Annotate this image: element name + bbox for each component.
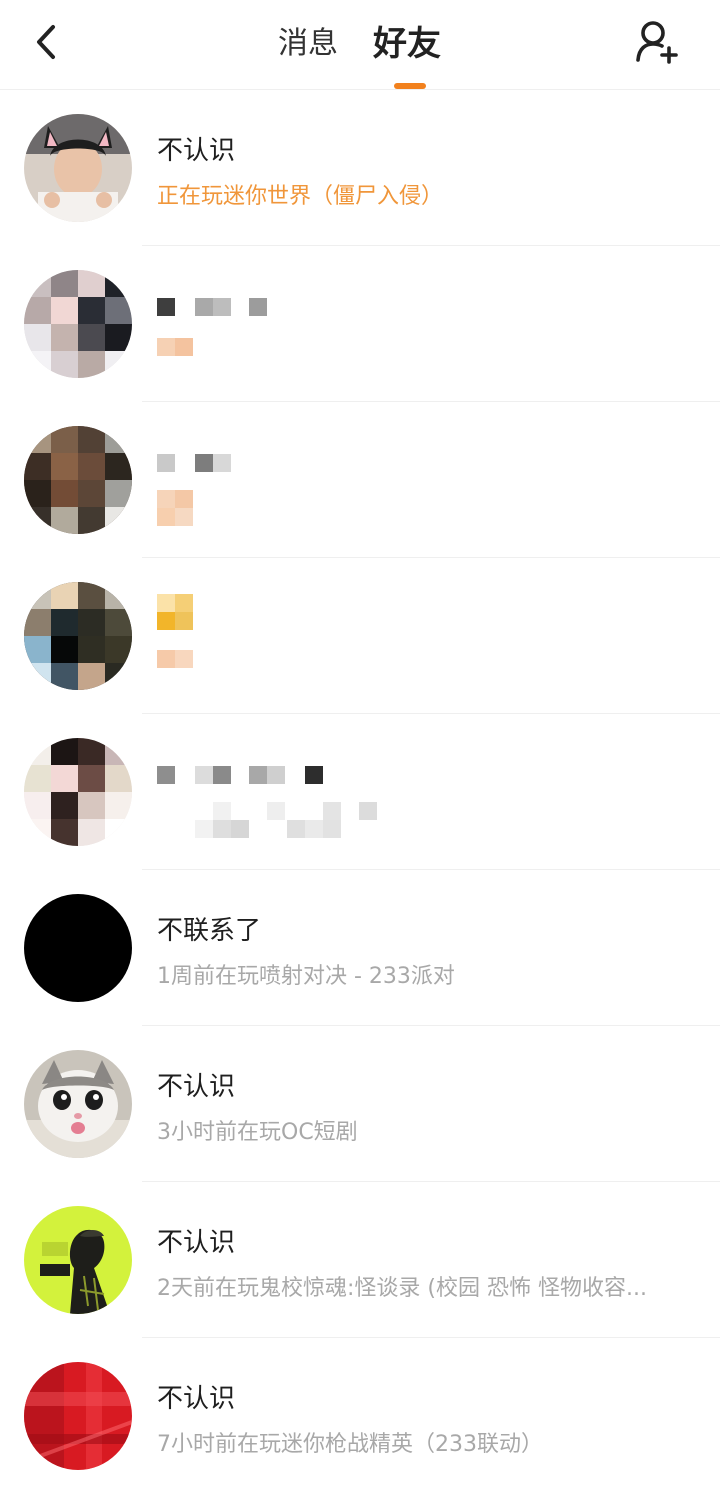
friend-status: 1周前在玩喷射对决 - 233派对: [157, 964, 455, 989]
friend-avatar[interactable]: [24, 426, 132, 534]
friend-name: 不认识: [157, 136, 236, 166]
friend-avatar[interactable]: [24, 582, 132, 690]
friend-row[interactable]: 不联系了 1周前在玩喷射对决 - 233派对: [0, 870, 720, 1026]
friend-name: 不认识: [157, 1072, 236, 1102]
friend-avatar[interactable]: [24, 738, 132, 846]
friend-avatar[interactable]: [24, 114, 132, 222]
friend-row[interactable]: [0, 246, 720, 402]
tab-messages[interactable]: 消息: [278, 22, 338, 66]
friend-status: 2天前在玩鬼校惊魂:怪谈录 (校园 恐怖 怪物收容...: [157, 1276, 647, 1301]
friend-row[interactable]: 不认识 7小时前在玩迷你枪战精英（233联动）: [0, 1338, 720, 1494]
friend-row[interactable]: 不认识 3小时前在玩OC短剧: [0, 1026, 720, 1182]
friend-row[interactable]: [0, 714, 720, 870]
friend-row[interactable]: [0, 402, 720, 558]
friend-avatar[interactable]: [24, 1206, 132, 1314]
friend-name: 不联系了: [157, 916, 262, 946]
friend-avatar[interactable]: [24, 1362, 132, 1470]
friend-row[interactable]: 不认识 正在玩迷你世界（僵尸入侵）: [0, 90, 720, 246]
top-bar: 消息 好友: [0, 0, 720, 90]
friend-avatar[interactable]: [24, 894, 132, 1002]
friend-status: 3小时前在玩OC短剧: [157, 1120, 358, 1145]
chevron-left-icon: [37, 25, 55, 59]
friend-row[interactable]: 不认识 2天前在玩鬼校惊魂:怪谈录 (校园 恐怖 怪物收容...: [0, 1182, 720, 1338]
tab-friends[interactable]: 好友: [373, 22, 441, 66]
friend-name: 不认识: [157, 1384, 236, 1414]
back-button[interactable]: [22, 20, 72, 64]
friend-avatar[interactable]: [24, 270, 132, 378]
friend-avatar[interactable]: [24, 1050, 132, 1158]
add-friend-icon: [636, 21, 678, 64]
friend-name: 不认识: [157, 1228, 236, 1258]
friend-status: 正在玩迷你世界（僵尸入侵）: [157, 184, 444, 209]
add-friend-button[interactable]: [632, 18, 680, 66]
friend-row[interactable]: [0, 558, 720, 714]
friend-status: 7小时前在玩迷你枪战精英（233联动）: [157, 1432, 543, 1457]
